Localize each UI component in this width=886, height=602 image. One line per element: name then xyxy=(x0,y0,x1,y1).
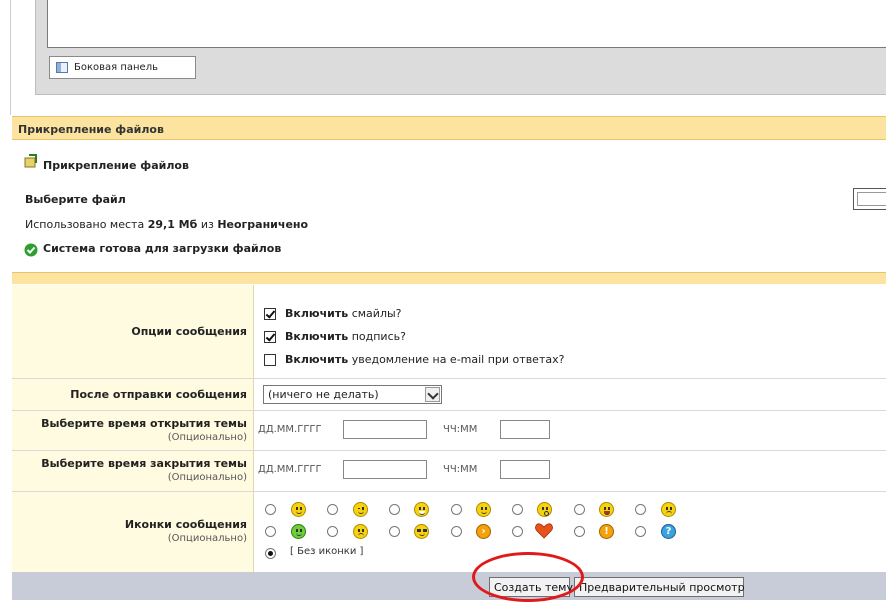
email-notify-checkbox[interactable] xyxy=(264,354,276,366)
cool-icon xyxy=(414,524,429,539)
no-icon-label: [ Без иконки ] xyxy=(290,546,364,557)
icon-radio-blush[interactable] xyxy=(451,504,462,515)
sidebar-icon xyxy=(56,62,68,73)
close-time-row: Выберите время закрытия темы (Опциональн… xyxy=(12,451,886,492)
after-post-row: После отправки сообщения (ничего не дела… xyxy=(12,379,886,411)
close-time-label-cell: Выберите время закрытия темы (Опциональн… xyxy=(12,451,254,491)
usage-text: Использовано места 29,1 Мб из Неограниче… xyxy=(25,218,308,231)
chevron-down-icon[interactable] xyxy=(425,387,440,402)
close-time-label: Выберите время закрытия темы xyxy=(41,457,247,470)
attachments-header-title: Прикрепление файлов xyxy=(18,123,164,136)
icon-radio-smile[interactable] xyxy=(265,504,276,515)
usage-used: 29,1 Мб xyxy=(147,218,198,231)
upload-ready-text: Система готова для загрузки файлов xyxy=(43,242,282,255)
open-time-format: ЧЧ:ММ xyxy=(443,424,478,435)
blush-icon xyxy=(476,502,491,517)
close-time-optional: (Опционально) xyxy=(167,472,247,483)
message-options-label-cell: Опции сообщения xyxy=(12,285,254,378)
icon-radio-question[interactable] xyxy=(635,526,646,537)
alien-icon xyxy=(291,524,306,539)
angry-icon xyxy=(661,502,676,517)
exclamation-icon: ! xyxy=(599,524,614,539)
heart-icon xyxy=(535,523,553,539)
wink-icon xyxy=(353,502,368,517)
icon-radio-none[interactable] xyxy=(265,548,276,559)
sad-icon xyxy=(353,524,368,539)
after-post-label-cell: После отправки сообщения xyxy=(12,379,254,410)
open-time-row: Выберите время открытия темы (Опциональн… xyxy=(12,411,886,451)
message-textarea[interactable] xyxy=(47,0,886,48)
open-date-input[interactable] xyxy=(343,420,427,439)
icon-radio-grin[interactable] xyxy=(389,504,400,515)
attachments-title: Прикрепление файлов xyxy=(43,159,189,172)
open-time-input[interactable] xyxy=(500,420,550,439)
icon-radio-heart[interactable] xyxy=(512,526,523,537)
after-post-label: После отправки сообщения xyxy=(70,388,247,401)
preview-label: Предварительный просмотр xyxy=(579,581,745,594)
close-time-format: ЧЧ:ММ xyxy=(443,464,478,475)
enable-smilies-label: Включить смайлы? xyxy=(285,307,402,320)
email-notify-label: Включить уведомление на e-mail при ответ… xyxy=(285,353,565,366)
message-options-row: Опции сообщения Включить смайлы? Включит… xyxy=(12,285,886,379)
smile-icon xyxy=(291,502,306,517)
attachments-header: Прикрепление файлов xyxy=(12,116,886,140)
message-options-label: Опции сообщения xyxy=(131,325,247,338)
message-icons-optional: (Опционально) xyxy=(167,533,247,544)
icon-radio-cool[interactable] xyxy=(389,526,400,537)
usage-limit: Неограничено xyxy=(217,218,309,231)
close-time-input[interactable] xyxy=(500,460,550,479)
choose-file-label: Выберите файл xyxy=(25,193,126,206)
icon-radio-alien[interactable] xyxy=(265,526,276,537)
sidebar-button-label: Боковая панель xyxy=(74,62,158,73)
surprised-icon xyxy=(537,502,552,517)
submit-bar xyxy=(12,572,886,600)
open-time-label-cell: Выберите время открытия темы (Опциональн… xyxy=(12,411,254,450)
icon-radio-angry[interactable] xyxy=(635,504,646,515)
check-circle-icon xyxy=(24,243,38,257)
arrow-icon: › xyxy=(476,524,491,539)
annotation-circle xyxy=(472,552,584,602)
message-icons-row: Иконки сообщения (Опционально) › ! ? [ Б… xyxy=(12,492,886,572)
question-icon: ? xyxy=(661,524,676,539)
file-input[interactable] xyxy=(853,188,886,210)
sidebar-toggle-button[interactable]: Боковая панель xyxy=(49,56,196,79)
close-date-input[interactable] xyxy=(343,460,427,479)
enable-smilies-checkbox[interactable] xyxy=(264,308,276,320)
usage-prefix: Использовано места xyxy=(25,218,145,231)
after-post-select[interactable]: (ничего не делать) xyxy=(263,385,442,404)
usage-of: из xyxy=(200,218,214,231)
enable-signature-label: Включить подпись? xyxy=(285,330,406,343)
section-separator xyxy=(12,272,886,284)
icon-radio-laugh[interactable] xyxy=(574,504,585,515)
icon-radio-exclamation[interactable] xyxy=(574,526,585,537)
grin-icon xyxy=(414,502,429,517)
attachment-icon xyxy=(24,154,37,168)
icon-radio-arrow[interactable] xyxy=(451,526,462,537)
after-post-selected: (ничего не делать) xyxy=(268,388,379,401)
preview-button[interactable]: Предварительный просмотр xyxy=(574,577,745,597)
laugh-icon xyxy=(599,502,614,517)
icon-radio-wink[interactable] xyxy=(327,504,338,515)
icon-radio-surprised[interactable] xyxy=(512,504,523,515)
close-date-format: ДД.ММ.ГГГГ xyxy=(258,464,322,475)
open-time-label: Выберите время открытия темы xyxy=(41,417,247,430)
icon-radio-sad[interactable] xyxy=(327,526,338,537)
open-time-optional: (Опционально) xyxy=(167,432,247,443)
open-date-format: ДД.ММ.ГГГГ xyxy=(258,424,322,435)
message-icons-label-cell: Иконки сообщения (Опционально) xyxy=(12,492,254,572)
message-icons-label: Иконки сообщения xyxy=(124,518,247,531)
left-border xyxy=(10,0,11,115)
enable-signature-checkbox[interactable] xyxy=(264,331,276,343)
